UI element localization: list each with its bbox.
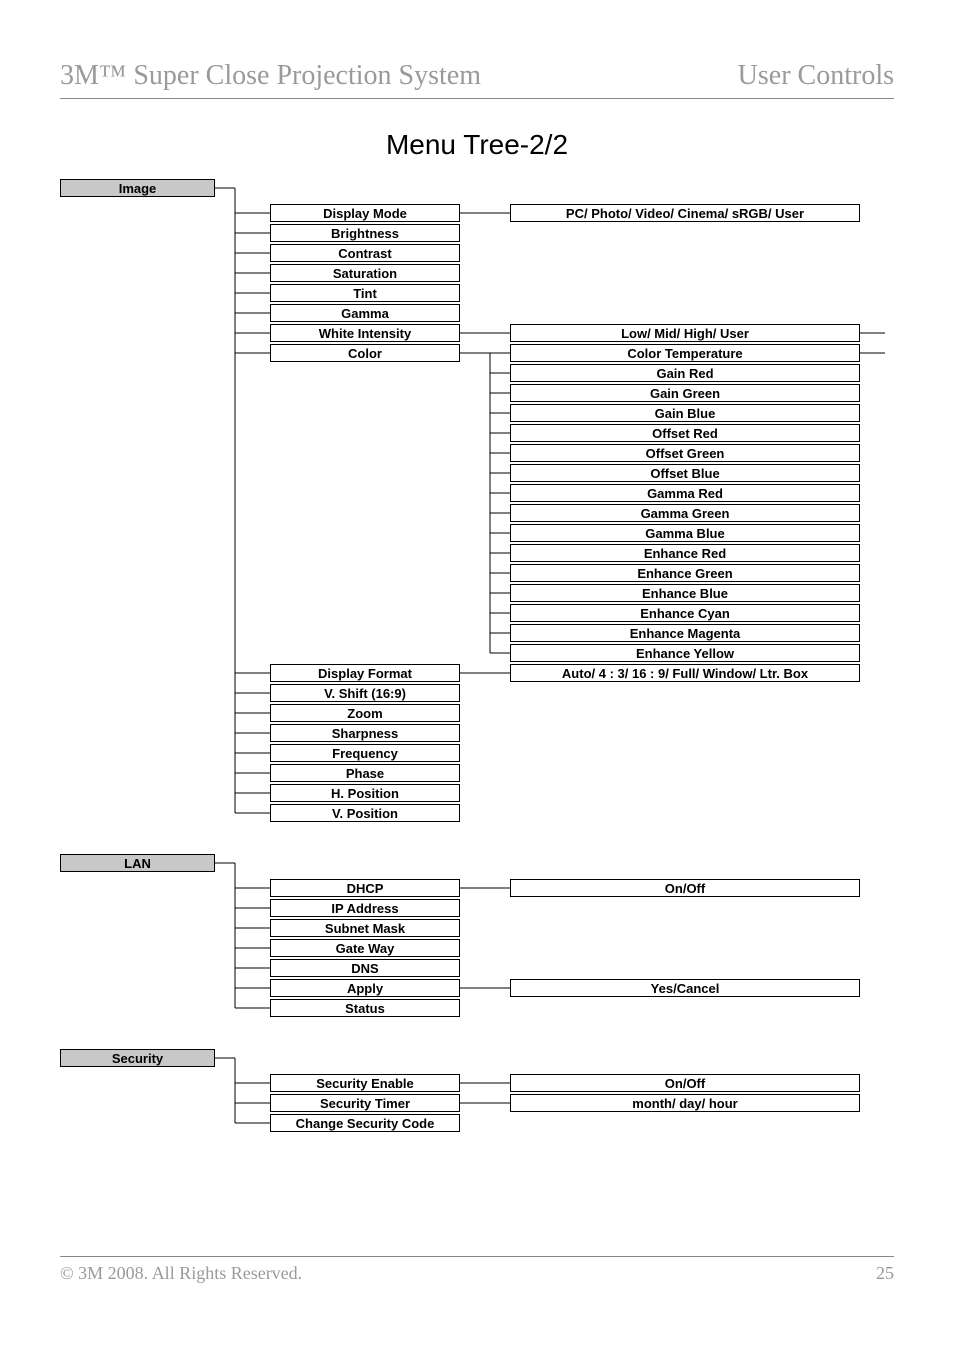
opt-enhance-cyan: Enhance Cyan [510,604,860,622]
menu-tree: Image Display Mode PC/ Photo/ Video/ Cinem… [60,179,894,1164]
opt-pc-photo-video-cinema-srgb-user: PC/ Photo/ Video/ Cinema/ sRGB/ User [510,204,860,222]
opt-gain-red: Gain Red [510,364,860,382]
opt-low-mid-high-user: Low/ Mid/ High/ User [510,324,860,342]
opt-color-temperature: Color Temperature [510,344,860,362]
item-status: Status [270,999,460,1017]
opt-gain-green: Gain Green [510,384,860,402]
opt-month-day-hour: month/ day/ hour [510,1094,860,1112]
item-phase: Phase [270,764,460,782]
opt-gamma-red: Gamma Red [510,484,860,502]
page-title: Menu Tree-2/2 [60,129,894,161]
header-left: 3M™ Super Close Projection System [60,60,481,92]
item-v-shift-16-9-: V. Shift (16:9) [270,684,460,702]
item-gate-way: Gate Way [270,939,460,957]
footer-page-number: 25 [876,1263,894,1284]
section-lan: LAN [60,854,215,872]
item-sharpness: Sharpness [270,724,460,742]
item-brightness: Brightness [270,224,460,242]
item-dns: DNS [270,959,460,977]
opt-enhance-yellow: Enhance Yellow [510,644,860,662]
section-security: Security [60,1049,215,1067]
item-contrast: Contrast [270,244,460,262]
item-display-mode: Display Mode [270,204,460,222]
opt-enhance-magenta: Enhance Magenta [510,624,860,642]
opt-yes-cancel: Yes/Cancel [510,979,860,997]
item-saturation: Saturation [270,264,460,282]
item-dhcp: DHCP [270,879,460,897]
item-security-enable: Security Enable [270,1074,460,1092]
item-v-position: V. Position [270,804,460,822]
opt-enhance-red: Enhance Red [510,544,860,562]
item-white-intensity: White Intensity [270,324,460,342]
opt-auto-4-3-16-9-full-window-ltr-box: Auto/ 4 : 3/ 16 : 9/ Full/ Window/ Ltr. … [510,664,860,682]
item-apply: Apply [270,979,460,997]
item-frequency: Frequency [270,744,460,762]
opt-offset-red: Offset Red [510,424,860,442]
footer-copyright: © 3M 2008. All Rights Reserved. [60,1263,302,1284]
opt-gain-blue: Gain Blue [510,404,860,422]
item-gamma: Gamma [270,304,460,322]
page-header: 3M™ Super Close Projection System User C… [60,60,894,99]
item-subnet-mask: Subnet Mask [270,919,460,937]
item-change-security-code: Change Security Code [270,1114,460,1132]
item-color: Color [270,344,460,362]
item-display-format: Display Format [270,664,460,682]
opt-gamma-green: Gamma Green [510,504,860,522]
opt-offset-blue: Offset Blue [510,464,860,482]
opt-gamma-blue: Gamma Blue [510,524,860,542]
item-security-timer: Security Timer [270,1094,460,1112]
item-h-position: H. Position [270,784,460,802]
opt-enhance-green: Enhance Green [510,564,860,582]
opt-enhance-blue: Enhance Blue [510,584,860,602]
item-ip-address: IP Address [270,899,460,917]
opt-on-off: On/Off [510,1074,860,1092]
section-image: Image [60,179,215,197]
page-footer: © 3M 2008. All Rights Reserved. 25 [60,1256,894,1284]
opt-on-off: On/Off [510,879,860,897]
header-right: User Controls [738,60,894,92]
item-zoom: Zoom [270,704,460,722]
item-tint: Tint [270,284,460,302]
opt-offset-green: Offset Green [510,444,860,462]
